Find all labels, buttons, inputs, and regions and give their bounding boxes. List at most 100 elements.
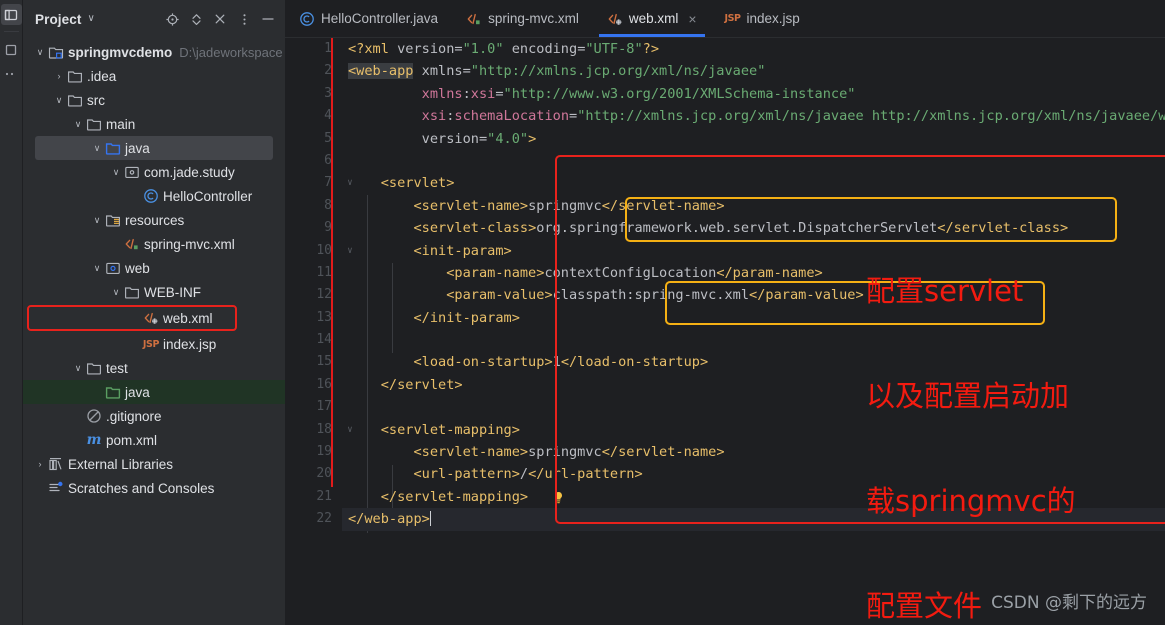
gutter-line-number[interactable]: 11: [285, 262, 342, 284]
annotation-note-text: 配置servlet 以及配置启动加 载springmvc的 配置文件: [866, 204, 1076, 625]
structure-tool-window-button[interactable]: [1, 39, 22, 60]
chevron-right-icon[interactable]: ›: [52, 71, 66, 81]
chevron-down-icon[interactable]: ∨: [71, 119, 85, 129]
tree-node-label: .idea: [87, 68, 117, 84]
project-tree[interactable]: ∨ springmvcdemo D:\jadeworkspace › .idea ∨ src…: [23, 38, 285, 625]
chevron-down-icon[interactable]: ∨: [90, 263, 104, 273]
gutter-line-number[interactable]: 12: [285, 284, 342, 306]
chevron-down-icon[interactable]: ∨: [109, 167, 123, 177]
code-line-1[interactable]: <?xml version="1.0" encoding="UTF-8"?>: [342, 38, 1165, 60]
tree-node-hellocontroller[interactable]: HelloController: [23, 184, 285, 208]
scratches-icon: [47, 480, 65, 496]
tree-node-test[interactable]: ∨ test: [23, 356, 285, 380]
gutter-line-number[interactable]: 21: [285, 486, 342, 508]
editor-gutter[interactable]: 12∨34567∨8910∨1112131415161718∨19202122: [285, 38, 353, 625]
close-icon[interactable]: ×: [688, 12, 696, 26]
tree-node-resources[interactable]: ∨ resources: [23, 208, 285, 232]
gutter-line-number[interactable]: 18 ∨: [285, 419, 352, 441]
module-icon: [48, 47, 64, 59]
chevron-right-icon[interactable]: ›: [33, 459, 47, 469]
code-line-4[interactable]: xsi:schemaLocation="http://xmlns.jcp.org…: [342, 105, 1165, 127]
chevron-down-icon[interactable]: ∨: [52, 95, 66, 105]
editor-tab-label: web.xml: [628, 11, 679, 26]
chevron-down-icon[interactable]: ∨: [109, 287, 123, 297]
editor-tab-web-xml[interactable]: web.xml ×: [593, 0, 711, 37]
gutter-line-number[interactable]: 3: [285, 83, 342, 105]
gutter-line-number[interactable]: 8: [285, 195, 342, 217]
tree-node-java[interactable]: java: [23, 380, 285, 404]
project-tool-window-button[interactable]: [0, 4, 22, 25]
folder-icon: [87, 119, 101, 131]
editor-tab-label: spring-mvc.xml: [488, 11, 579, 26]
project-options-button[interactable]: [233, 8, 255, 30]
folder-icon: [125, 287, 139, 299]
gutter-line-number[interactable]: 19: [285, 441, 342, 463]
code-line-2[interactable]: <web-app xmlns="http://xmlns.jcp.org/xml…: [342, 60, 1165, 82]
editor-tab-index-jsp[interactable]: JSP index.jsp: [711, 0, 814, 37]
code-line-6[interactable]: [342, 150, 1165, 172]
expand-collapse-button[interactable]: [185, 8, 207, 30]
tree-node-web-inf[interactable]: ∨ WEB-INF: [23, 280, 285, 304]
target-icon: [165, 12, 179, 26]
tree-node-idea[interactable]: › .idea: [23, 64, 285, 88]
editor-tab-spring-mvc-xml[interactable]: spring-mvc.xml: [452, 0, 593, 37]
chevron-down-icon[interactable]: ∨: [90, 215, 104, 225]
toolstrip-divider: [3, 31, 19, 32]
gutter-line-number[interactable]: 20: [285, 463, 342, 485]
editor-tab-hellocontroller-java[interactable]: HelloController.java: [285, 0, 452, 37]
source-folder-icon: [105, 143, 121, 155]
tree-node-com-jade-study[interactable]: ∨ com.jade.study: [23, 160, 285, 184]
tree-node-label: java: [125, 384, 150, 400]
tree-node-pom-xml[interactable]: m pom.xml: [23, 428, 285, 452]
gutter-line-number[interactable]: 6: [285, 150, 342, 172]
tree-node-spring-mvc-xml[interactable]: spring-mvc.xml: [23, 232, 285, 256]
watermark: CSDN @剩下的远方: [991, 593, 1147, 613]
gutter-line-number[interactable]: 10 ∨: [285, 240, 352, 262]
chevron-down-icon[interactable]: ∨: [87, 14, 94, 24]
window-icon: [4, 9, 18, 20]
tree-node-scratches-and-consoles[interactable]: Scratches and Consoles: [23, 476, 285, 500]
gutter-line-number[interactable]: 4: [285, 105, 342, 127]
gutter-line-number[interactable]: 2∨: [285, 60, 353, 82]
gutter-line-number[interactable]: 17: [285, 396, 342, 418]
kebab-menu-icon: [242, 13, 246, 25]
gutter-line-number[interactable]: 22: [285, 508, 342, 530]
gutter-line-number[interactable]: 14: [285, 329, 342, 351]
select-opened-file-button[interactable]: [161, 8, 183, 30]
resource-folder-icon: [104, 212, 122, 228]
gutter-line-number[interactable]: 16: [285, 374, 342, 396]
code-line-7[interactable]: <servlet>: [342, 172, 1165, 194]
chevron-down-icon[interactable]: ∨: [71, 363, 85, 373]
tree-node-label: resources: [125, 212, 185, 228]
code-line-3[interactable]: xmlns:xsi="http://www.w3.org/2001/XMLSch…: [342, 83, 1165, 105]
resource-folder-icon: [106, 215, 120, 227]
code-editor[interactable]: 12∨34567∨8910∨1112131415161718∨19202122 …: [285, 38, 1165, 625]
hide-panel-button[interactable]: [257, 8, 279, 30]
chevron-down-icon[interactable]: ∨: [33, 47, 47, 57]
gutter-line-number[interactable]: 13: [285, 307, 342, 329]
intention-bulb-icon[interactable]: [553, 489, 565, 504]
tree-node-web-xml-highlighted[interactable]: web.xml: [23, 304, 285, 332]
tree-node-external-libraries[interactable]: › External Libraries: [23, 452, 285, 476]
gutter-line-number[interactable]: 1: [285, 38, 342, 60]
gutter-line-number[interactable]: 9: [285, 217, 342, 239]
chevron-down-icon[interactable]: ∨: [90, 143, 104, 153]
collapse-all-button[interactable]: [209, 8, 231, 30]
tree-node-src[interactable]: ∨ src: [23, 88, 285, 112]
gutter-line-number[interactable]: 15: [285, 351, 342, 373]
tree-node-gitignore[interactable]: .gitignore: [23, 404, 285, 428]
tree-node-main[interactable]: ∨ main: [23, 112, 285, 136]
tree-node-index-jsp[interactable]: JSP index.jsp: [23, 332, 285, 356]
tree-node-label: src: [87, 92, 105, 108]
square-icon: [5, 44, 17, 55]
more-tool-windows-button[interactable]: [1, 63, 22, 84]
editor-tab-label: index.jsp: [746, 11, 800, 26]
code-line-5[interactable]: version="4.0">: [342, 128, 1165, 150]
tree-node-java[interactable]: ∨ java: [35, 136, 273, 160]
package-icon: [123, 164, 141, 180]
tree-node-springmvcdemo[interactable]: ∨ springmvcdemo D:\jadeworkspace: [23, 40, 285, 64]
gutter-line-number[interactable]: 5: [285, 128, 342, 150]
gutter-line-number[interactable]: 7 ∨: [285, 172, 353, 194]
editor-tab-bar[interactable]: HelloController.java spring-mvc.xml web.xm…: [285, 0, 1165, 38]
tree-node-web[interactable]: ∨ web: [23, 256, 285, 280]
